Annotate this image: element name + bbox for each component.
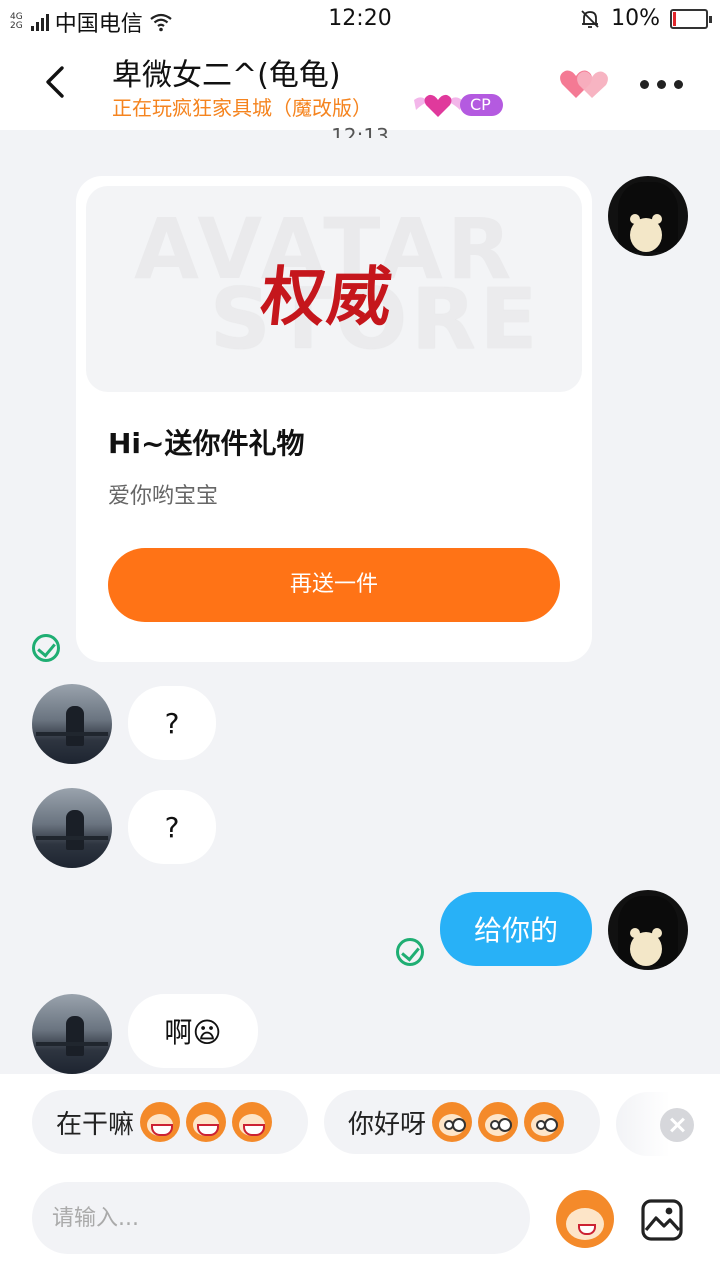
chat-header: 卑微女二^(龟龟) 正在玩疯狂家具城（魔改版） CP [0, 38, 720, 130]
close-icon[interactable] [660, 1108, 694, 1142]
winged-heart-icon [414, 94, 462, 117]
quick-reply-chip[interactable]: 在干嘛 [32, 1090, 308, 1154]
contact-status: 正在玩疯狂家具城（魔改版） [112, 96, 372, 120]
status-bar: 4G 2G 中国电信 12:20 10% [0, 0, 720, 38]
gift-image-label: 权威 [257, 260, 398, 335]
hearts-icon[interactable] [558, 66, 610, 102]
monkey-face-icon [478, 1102, 519, 1142]
gift-message: 爱你哟宝宝 [108, 484, 219, 509]
cp-label: CP [460, 94, 503, 116]
cp-badge[interactable]: CP [412, 90, 503, 120]
battery-percent: 10% [611, 6, 660, 31]
gift-card[interactable]: AVATAR STORE 权威 Hi~送你件礼物 爱你哟宝宝 再送一件 [76, 176, 592, 662]
battery-level [673, 11, 676, 26]
gift-title: Hi~送你件礼物 [108, 427, 305, 460]
read-check-icon [396, 938, 424, 966]
contact-name[interactable]: 卑微女二^(龟龟) [112, 50, 341, 94]
read-check-icon [32, 634, 60, 662]
quick-reply-text: 你好呀 [348, 1109, 427, 1140]
contact-avatar[interactable] [32, 684, 112, 764]
monkey-grin-icon [232, 1102, 273, 1142]
message-bubble[interactable]: ? [128, 686, 216, 760]
message-timestamp: 12:13 [331, 124, 389, 138]
quick-reply-text: 在干嘛 [56, 1109, 135, 1140]
my-avatar[interactable] [608, 176, 688, 256]
monkey-face-icon [524, 1102, 565, 1142]
message-input[interactable] [32, 1182, 530, 1254]
mute-bell-icon [581, 9, 599, 28]
quick-reply-chip[interactable]: 你好呀 [324, 1090, 600, 1154]
battery-icon [670, 8, 712, 29]
monkey-face-icon [432, 1102, 473, 1142]
more-icon[interactable] [640, 74, 688, 94]
send-another-button[interactable]: 再送一件 [108, 548, 560, 622]
my-avatar[interactable] [608, 890, 688, 970]
contact-avatar[interactable] [32, 994, 112, 1074]
message-bubble[interactable]: 啊😦 [128, 994, 258, 1068]
composer-area: 在干嘛 你好呀 [0, 1074, 720, 1280]
monkey-grin-icon [186, 1102, 227, 1142]
emoji-monkey-icon[interactable] [556, 1190, 614, 1248]
message-bubble[interactable]: ? [128, 790, 216, 864]
gift-image[interactable]: AVATAR STORE 权威 [86, 186, 582, 392]
back-arrow-icon[interactable] [36, 62, 76, 102]
image-icon[interactable] [640, 1198, 684, 1242]
contact-avatar[interactable] [32, 788, 112, 868]
monkey-grin-icon [140, 1102, 181, 1142]
my-message-bubble[interactable]: 给你的 [440, 892, 592, 966]
